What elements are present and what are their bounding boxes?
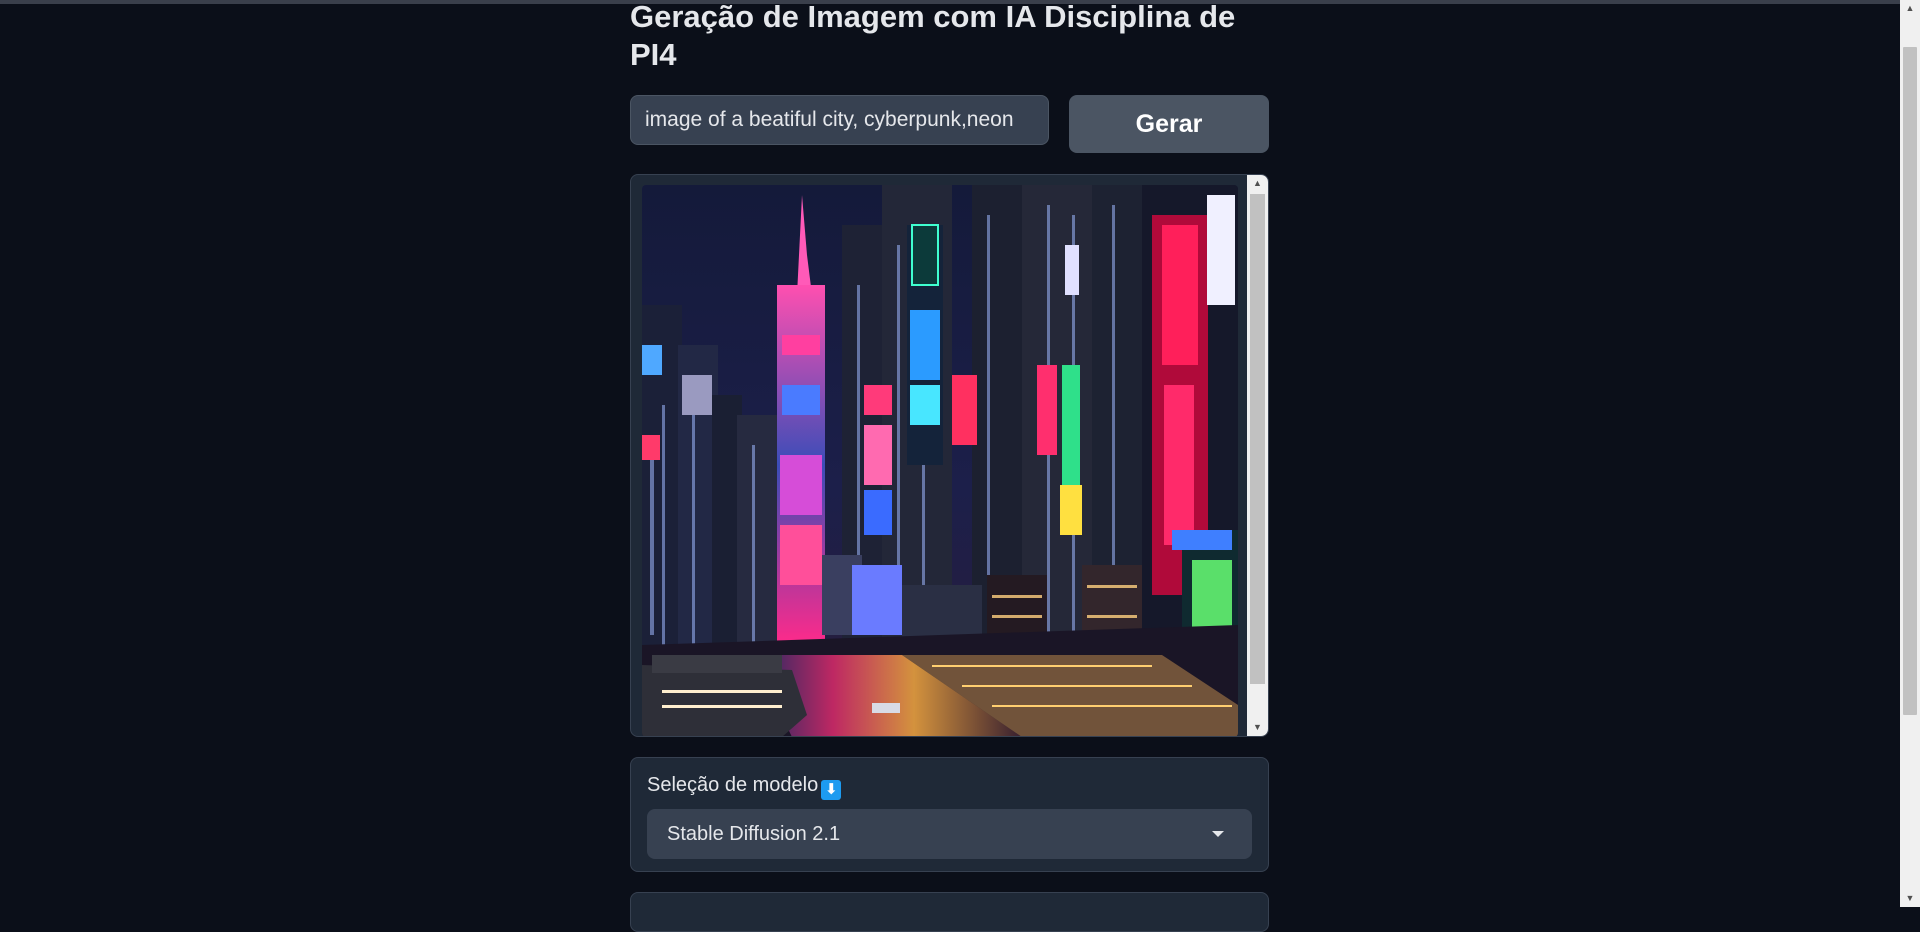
down-arrow-emoji-icon: ⬇ (821, 780, 842, 800)
model-selection-label: Seleção de modelo (647, 774, 819, 796)
page-scroll-up-icon[interactable]: ▲ (1900, 0, 1920, 17)
generated-image-panel: ▲ ▼ (630, 174, 1269, 737)
model-dropdown-value: Stable Diffusion 2.1 (667, 823, 841, 845)
model-dropdown[interactable]: Stable Diffusion 2.1 (647, 809, 1252, 859)
next-panel (630, 892, 1269, 932)
page-scrollbar[interactable]: ▲ ▼ (1900, 0, 1920, 907)
scrollbar-thumb[interactable] (1250, 194, 1265, 684)
prompt-input[interactable] (631, 96, 1048, 144)
prompt-field[interactable] (630, 95, 1049, 145)
scroll-down-arrow-icon[interactable]: ▼ (1247, 719, 1268, 736)
page-scrollbar-thumb[interactable] (1903, 47, 1917, 715)
image-panel-scrollbar[interactable]: ▲ ▼ (1247, 175, 1268, 736)
model-selection-label-row: Seleção de modelo ⬇ (647, 774, 842, 800)
model-selection-panel: Seleção de modelo ⬇ Stable Diffusion 2.1 (630, 757, 1269, 872)
scroll-up-arrow-icon[interactable]: ▲ (1247, 175, 1268, 192)
generate-button[interactable]: Gerar (1069, 95, 1269, 153)
page-scroll-down-icon[interactable]: ▼ (1900, 890, 1920, 907)
chevron-down-icon[interactable] (1212, 831, 1224, 837)
generated-image (642, 185, 1238, 736)
cyberpunk-city-image (642, 185, 1238, 736)
page-title: Geração de Imagem com IA Disciplina de P… (630, 0, 1236, 72)
